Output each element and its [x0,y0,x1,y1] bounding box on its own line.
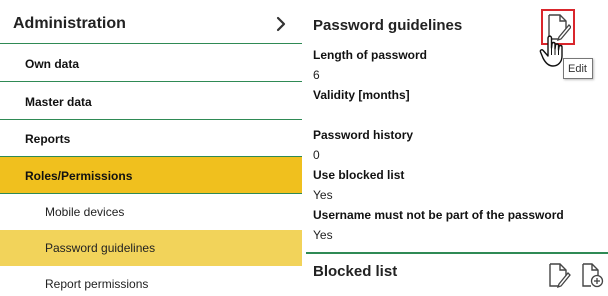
admin-sidebar: Administration Own data Master data Repo… [0,0,302,296]
sidebar-subitem-label: Mobile devices [45,205,125,219]
section-divider [306,252,608,254]
edit-blocked-list-icon[interactable] [547,262,571,288]
blocked-list-title: Blocked list [313,263,398,280]
sidebar-subitem-mobile-devices[interactable]: Mobile devices [0,194,302,230]
sidebar-item-label: Reports [25,132,71,146]
sidebar-header: Administration [0,0,302,44]
password-guidelines-panel: Password guidelines Edit Length of passw… [306,0,608,296]
field-label-history: Password history [313,128,414,142]
sidebar-subitem-label: Password guidelines [45,241,156,255]
edit-tooltip: Edit [563,58,593,79]
sidebar-subitem-report-permissions[interactable]: Report permissions [0,266,302,296]
field-label-blocked-list: Use blocked list [313,168,405,182]
field-label-length: Length of password [313,48,427,62]
field-label-validity: Validity [months] [313,88,410,102]
hand-pointer-cursor-icon [539,35,563,67]
sidebar-item-label: Own data [25,57,80,71]
sidebar-title: Administration [13,15,126,32]
sidebar-subitem-password-guidelines[interactable]: Password guidelines [0,230,302,266]
sidebar-item-label: Roles/Permissions [25,169,133,183]
field-value-history: 0 [313,148,320,162]
field-value-blocked-list: Yes [313,188,333,202]
sidebar-item-reports[interactable]: Reports [0,120,302,157]
add-document-icon[interactable] [580,262,604,288]
chevron-right-icon[interactable] [272,15,290,33]
tooltip-text: Edit [568,63,587,75]
sidebar-item-master-data[interactable]: Master data [0,83,302,120]
sidebar-item-own-data[interactable]: Own data [0,45,302,82]
sidebar-item-label: Master data [25,95,92,109]
field-value-username-rule: Yes [313,228,333,242]
sidebar-item-roles-permissions[interactable]: Roles/Permissions [0,157,302,194]
sidebar-subitem-label: Report permissions [45,277,149,291]
field-value-length: 6 [313,68,320,82]
panel-title: Password guidelines [313,17,463,34]
field-label-username-rule: Username must not be part of the passwor… [313,208,564,222]
